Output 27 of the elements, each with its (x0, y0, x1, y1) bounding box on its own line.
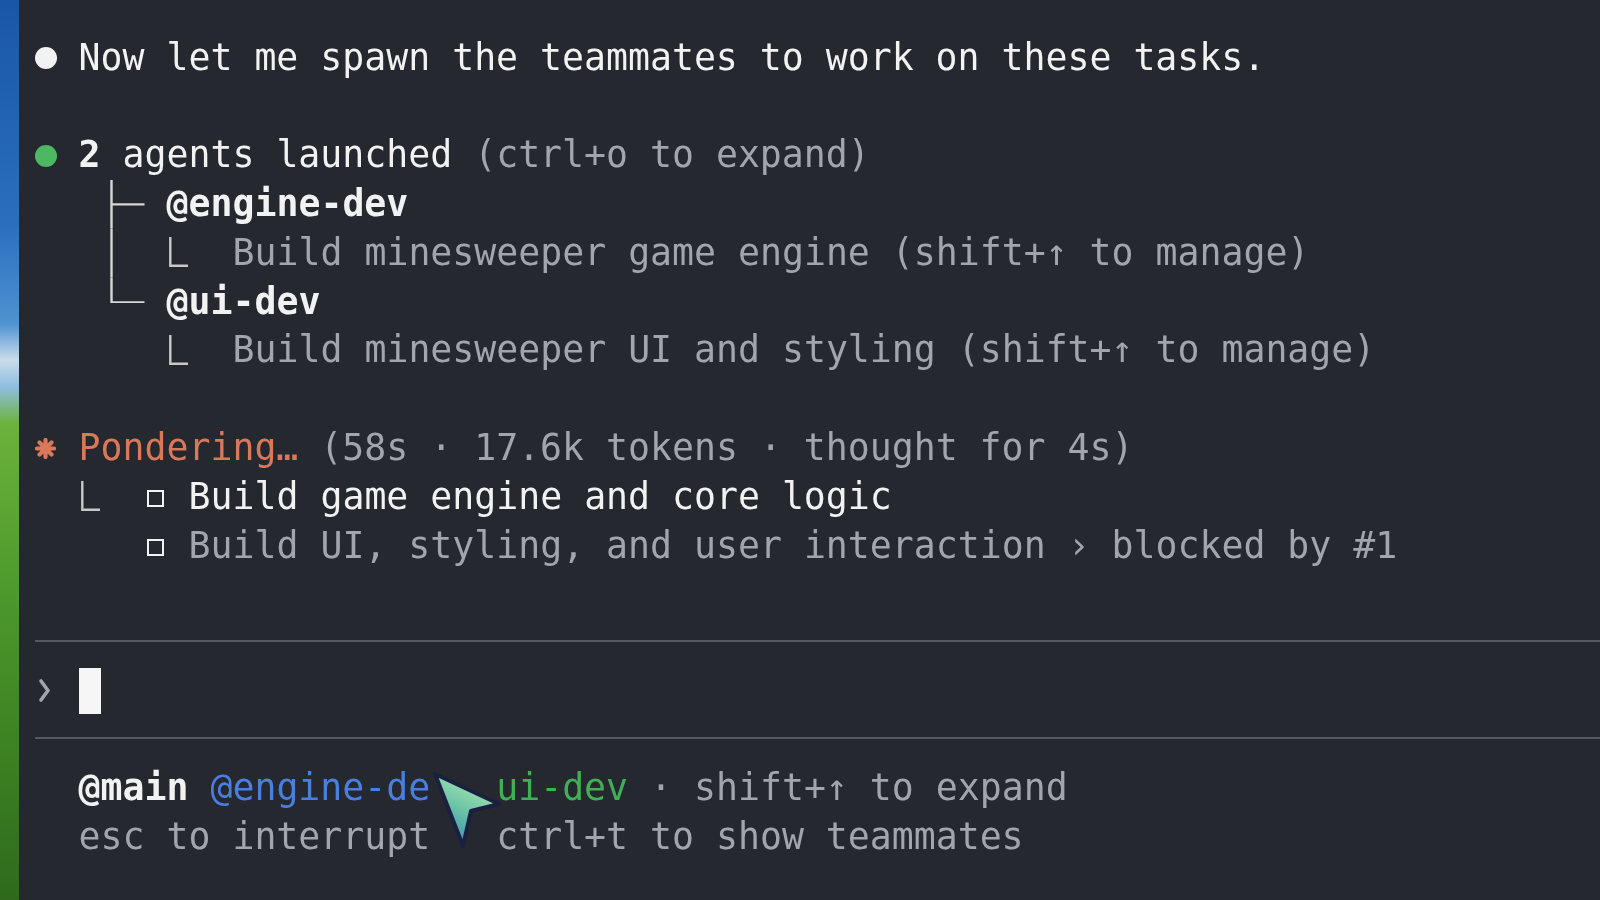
elbow-connector-icon (169, 334, 189, 365)
agent-name: @ui-dev (166, 278, 321, 325)
tree-line-icon (110, 228, 114, 278)
elbow-connector-icon (169, 237, 189, 268)
tree-branch-icon (110, 277, 145, 304)
prompt-chevron-icon (38, 678, 51, 704)
blocked-note: › blocked by #1 (1067, 522, 1398, 569)
status-label: Pondering… (78, 424, 299, 471)
asterisk-icon (34, 437, 56, 459)
agent-name: @engine-dev (166, 181, 409, 227)
teammate-tag[interactable]: @engine-de (210, 764, 431, 814)
tree-branch-icon (110, 180, 145, 229)
teammate-tag[interactable]: ui-dev (496, 764, 629, 814)
agent-task: Build minesweeper game engine (shift+↑ to manage) (232, 229, 1310, 276)
expand-hint: (ctrl+o to expand) (474, 132, 870, 179)
teammate-tag[interactable]: @main (78, 764, 189, 814)
shortcut-hint: ctrl+t to show teammates (496, 814, 1024, 861)
assistant-message: Now let me spawn the teammates to work on these tasks. (78, 34, 1266, 81)
todo-text: Build UI, styling, and user interaction (188, 522, 1046, 569)
agent-task: Build minesweeper UI and styling (shift+↑ to manage) (232, 327, 1376, 374)
prompt-input-field[interactable] (34, 639, 1600, 740)
expand-hint: · shift+↑ to expand (650, 765, 1068, 812)
status-detail: (58s · 17.6k tokens · thought for 4s) (320, 424, 1134, 471)
agents-summary: 2 agents launched (78, 132, 453, 179)
shortcut-hint: esc to interrupt (78, 814, 431, 861)
elbow-connector-icon (81, 481, 101, 512)
todo-text: Build game engine and core logic (188, 473, 892, 520)
